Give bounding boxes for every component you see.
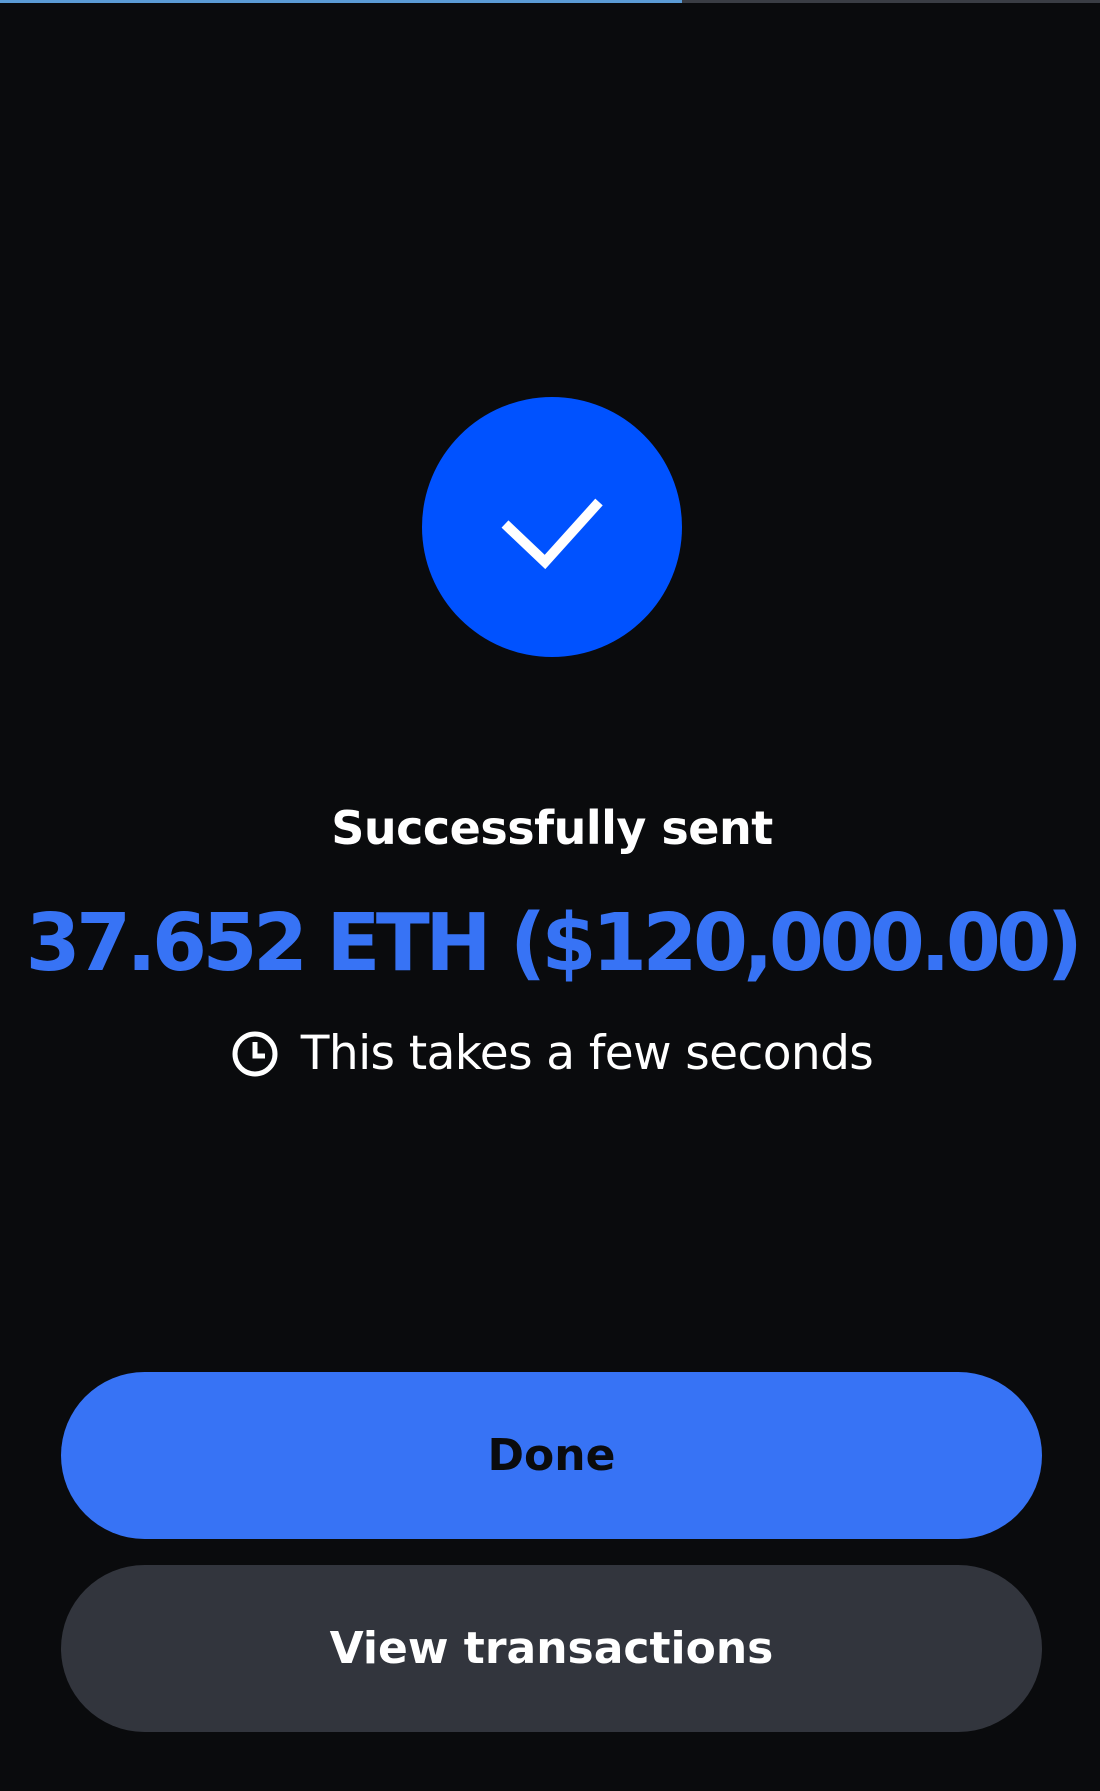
done-button[interactable]: Done (61, 1372, 1042, 1539)
view-transactions-label: View transactions (329, 1623, 774, 1674)
status-title: Successfully sent (331, 801, 773, 855)
top-progress-fill (0, 0, 682, 3)
clock-icon (231, 1030, 279, 1078)
success-check-badge (422, 397, 682, 657)
eta-text: This takes a few seconds (300, 1026, 874, 1081)
top-progress-bar (0, 0, 1100, 3)
check-icon (497, 482, 607, 572)
view-transactions-button[interactable]: View transactions (61, 1565, 1042, 1732)
done-button-label: Done (487, 1430, 616, 1481)
sent-amount: 37.652 ETH ($120,000.00) (25, 897, 1083, 989)
eta-row: This takes a few seconds (0, 1024, 1100, 1084)
